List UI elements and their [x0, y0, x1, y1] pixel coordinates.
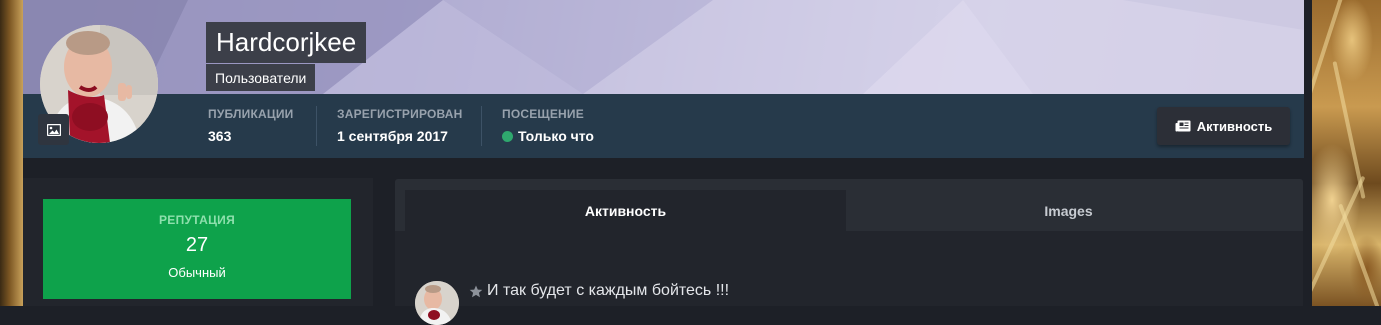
activity-button-label: Активность — [1196, 118, 1273, 134]
stat-divider — [316, 106, 317, 146]
feed-item-meta — [469, 301, 1009, 306]
activity-button[interactable]: Активность — [1157, 107, 1290, 145]
stat-registered: ЗАРЕГИСТРИРОВАН 1 сентября 2017 — [337, 107, 463, 147]
stat-posts-label: ПУБЛИКАЦИИ — [208, 107, 294, 121]
stat-divider — [481, 106, 482, 146]
edit-avatar-button[interactable] — [38, 114, 69, 145]
stat-last-visit-label: ПОСЕЩЕНИЕ — [502, 107, 584, 121]
stat-registered-value: 1 сентября 2017 — [337, 128, 448, 144]
reputation-level: Обычный — [168, 265, 226, 280]
image-icon — [46, 123, 61, 136]
reputation-title: РЕПУТАЦИЯ — [158, 213, 236, 227]
online-status-icon — [502, 130, 513, 142]
profile-group: Пользователи — [206, 64, 316, 91]
star-icon — [469, 285, 483, 297]
background-right-edge — [1312, 0, 1381, 306]
reputation-panel: РЕПУТАЦИЯ 27 Обычный — [43, 199, 351, 299]
stat-registered-label: ЗАРЕГИСТРИРОВАН — [337, 107, 463, 121]
stat-posts: ПУБЛИКАЦИИ 363 — [208, 107, 293, 147]
avatar-photo — [415, 281, 459, 325]
reputation-value: 27 — [185, 234, 209, 256]
profile-username: Hardcorjkee — [206, 22, 367, 63]
feed-item-title[interactable]: И так будет с каждым бойтесь !!! — [469, 282, 729, 300]
stat-last-visit-value: Только что — [518, 128, 594, 144]
stat-last-visit: ПОСЕЩЕНИЕ Только что — [502, 107, 594, 147]
stat-posts-value: 363 — [208, 128, 232, 144]
stat-last-visit-value-row: Только что — [502, 128, 594, 144]
background-left-edge — [0, 0, 23, 306]
tab-images[interactable]: Images — [846, 190, 1291, 231]
newspaper-icon — [1175, 120, 1191, 132]
feed-item-avatar[interactable] — [415, 281, 459, 325]
tab-activity[interactable]: Активность — [405, 190, 846, 231]
feed-item-title-text: И так будет с каждым бойтесь !!! — [487, 282, 730, 299]
